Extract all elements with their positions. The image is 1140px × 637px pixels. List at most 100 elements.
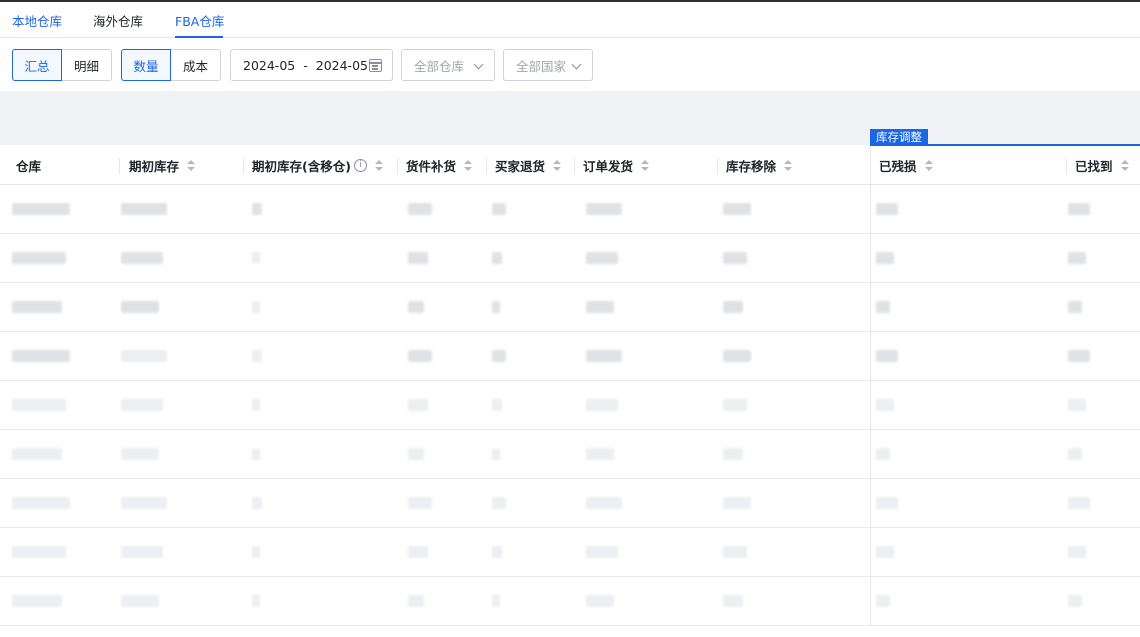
table-cell <box>723 301 743 313</box>
table-cell <box>121 252 163 264</box>
active-tab-indicator <box>175 36 223 38</box>
table-cell <box>252 399 260 411</box>
column-label: 已找到 <box>1075 159 1113 174</box>
table-cell <box>121 448 159 460</box>
column-header-shipment-replenish[interactable]: 货件补货 <box>406 146 473 185</box>
warehouse-tabs: 本地仓库 海外仓库 FBA仓库 <box>0 2 1140 38</box>
table-cell <box>492 301 500 313</box>
table-cell <box>408 448 424 460</box>
tab-overseas-warehouse[interactable]: 海外仓库 <box>93 11 143 30</box>
warehouse-select[interactable]: 全部仓库 <box>401 49 495 81</box>
warehouse-select-placeholder: 全部仓库 <box>414 58 465 74</box>
table-row[interactable] <box>0 479 1140 528</box>
sort-icon[interactable] <box>374 159 383 172</box>
column-header-opening-stock-incl-transfer[interactable]: 期初库存(含移仓) i <box>252 146 383 185</box>
column-header-found[interactable]: 已找到 <box>1075 146 1129 185</box>
table-cell <box>1068 497 1090 509</box>
table-cell <box>492 203 506 215</box>
table-row[interactable] <box>0 185 1140 234</box>
column-header-buyer-returns[interactable]: 买家退货 <box>495 146 562 185</box>
column-header-warehouse: 仓库 <box>16 146 41 185</box>
table-cell <box>1068 301 1082 313</box>
table-cell <box>121 595 159 607</box>
table-cell <box>723 546 747 558</box>
table-cell <box>12 497 70 509</box>
table-cell <box>586 203 622 215</box>
table-cell <box>876 252 894 264</box>
table-cell <box>121 399 163 411</box>
country-select[interactable]: 全部国家 <box>503 49 593 81</box>
table-cell <box>723 399 747 411</box>
column-label: 库存移除 <box>726 159 777 174</box>
table-cell <box>1068 546 1086 558</box>
table-cell <box>586 399 618 411</box>
table-header: 仓库 期初库存 期初库存(含移仓) i 货件补货 买家退货 订单发货 库存移除 … <box>0 146 1140 185</box>
table-row[interactable] <box>0 577 1140 626</box>
view-mode-toggle: 汇总 明细 <box>12 49 112 81</box>
date-end: 2024-05 <box>315 57 368 73</box>
table-cell <box>252 252 260 264</box>
table-cell <box>492 350 506 362</box>
sort-icon[interactable] <box>784 159 793 172</box>
table-row[interactable] <box>0 430 1140 479</box>
table-cell <box>1068 350 1090 362</box>
column-header-order-shipped[interactable]: 订单发货 <box>583 146 650 185</box>
sort-icon[interactable] <box>1120 159 1129 172</box>
table-cell <box>121 546 163 558</box>
table-cell <box>408 203 432 215</box>
column-divider <box>574 158 575 174</box>
table-cell <box>12 448 62 460</box>
tab-fba-warehouse[interactable]: FBA仓库 <box>175 11 224 30</box>
table-row[interactable] <box>0 528 1140 577</box>
chevron-down-icon <box>571 59 582 70</box>
table-cell <box>723 252 747 264</box>
sort-icon[interactable] <box>464 159 473 172</box>
table-top-band <box>0 91 1140 145</box>
table-cell <box>723 203 751 215</box>
table-cell <box>876 350 898 362</box>
column-divider <box>717 158 718 174</box>
table-cell <box>876 301 890 313</box>
table-cell <box>252 448 260 460</box>
group-header-inventory-adjustment: 库存调整 <box>870 129 928 145</box>
table-cell <box>121 301 159 313</box>
table-cell <box>1068 203 1090 215</box>
date-separator: - <box>303 57 308 73</box>
calendar-icon <box>369 59 382 72</box>
info-icon[interactable]: i <box>353 159 367 172</box>
quantity-button[interactable]: 数量 <box>121 49 171 81</box>
table-cell <box>12 399 66 411</box>
cost-button[interactable]: 成本 <box>171 49 221 81</box>
column-label: 订单发货 <box>583 159 634 174</box>
sort-icon[interactable] <box>924 159 933 172</box>
table-cell <box>492 497 506 509</box>
table-row[interactable] <box>0 381 1140 430</box>
tab-local-warehouse[interactable]: 本地仓库 <box>12 11 62 30</box>
column-header-inventory-removal[interactable]: 库存移除 <box>726 146 793 185</box>
table-cell <box>121 350 167 362</box>
sort-icon[interactable] <box>641 159 650 172</box>
column-header-damaged[interactable]: 已残损 <box>879 146 933 185</box>
table-row[interactable] <box>0 283 1140 332</box>
table-cell <box>1068 448 1082 460</box>
table-cell <box>876 546 894 558</box>
column-divider <box>119 158 120 174</box>
table-cell <box>492 595 500 607</box>
detail-button[interactable]: 明细 <box>62 49 112 81</box>
table-cell <box>586 497 622 509</box>
table-cell <box>723 497 751 509</box>
sort-icon[interactable] <box>553 159 562 172</box>
column-header-opening-stock[interactable]: 期初库存 <box>129 146 196 185</box>
table-row[interactable] <box>0 332 1140 381</box>
sort-icon[interactable] <box>187 159 196 172</box>
table-cell <box>586 546 618 558</box>
table-cell <box>408 301 424 313</box>
table-cell <box>492 252 502 264</box>
date-start: 2024-05 <box>243 57 296 73</box>
table-row[interactable] <box>0 234 1140 283</box>
date-range-picker[interactable]: 2024-05 - 2024-05 <box>230 49 393 81</box>
summary-button[interactable]: 汇总 <box>12 49 62 81</box>
table-cell <box>876 595 890 607</box>
table-cell <box>408 546 428 558</box>
table-cell <box>12 350 70 362</box>
